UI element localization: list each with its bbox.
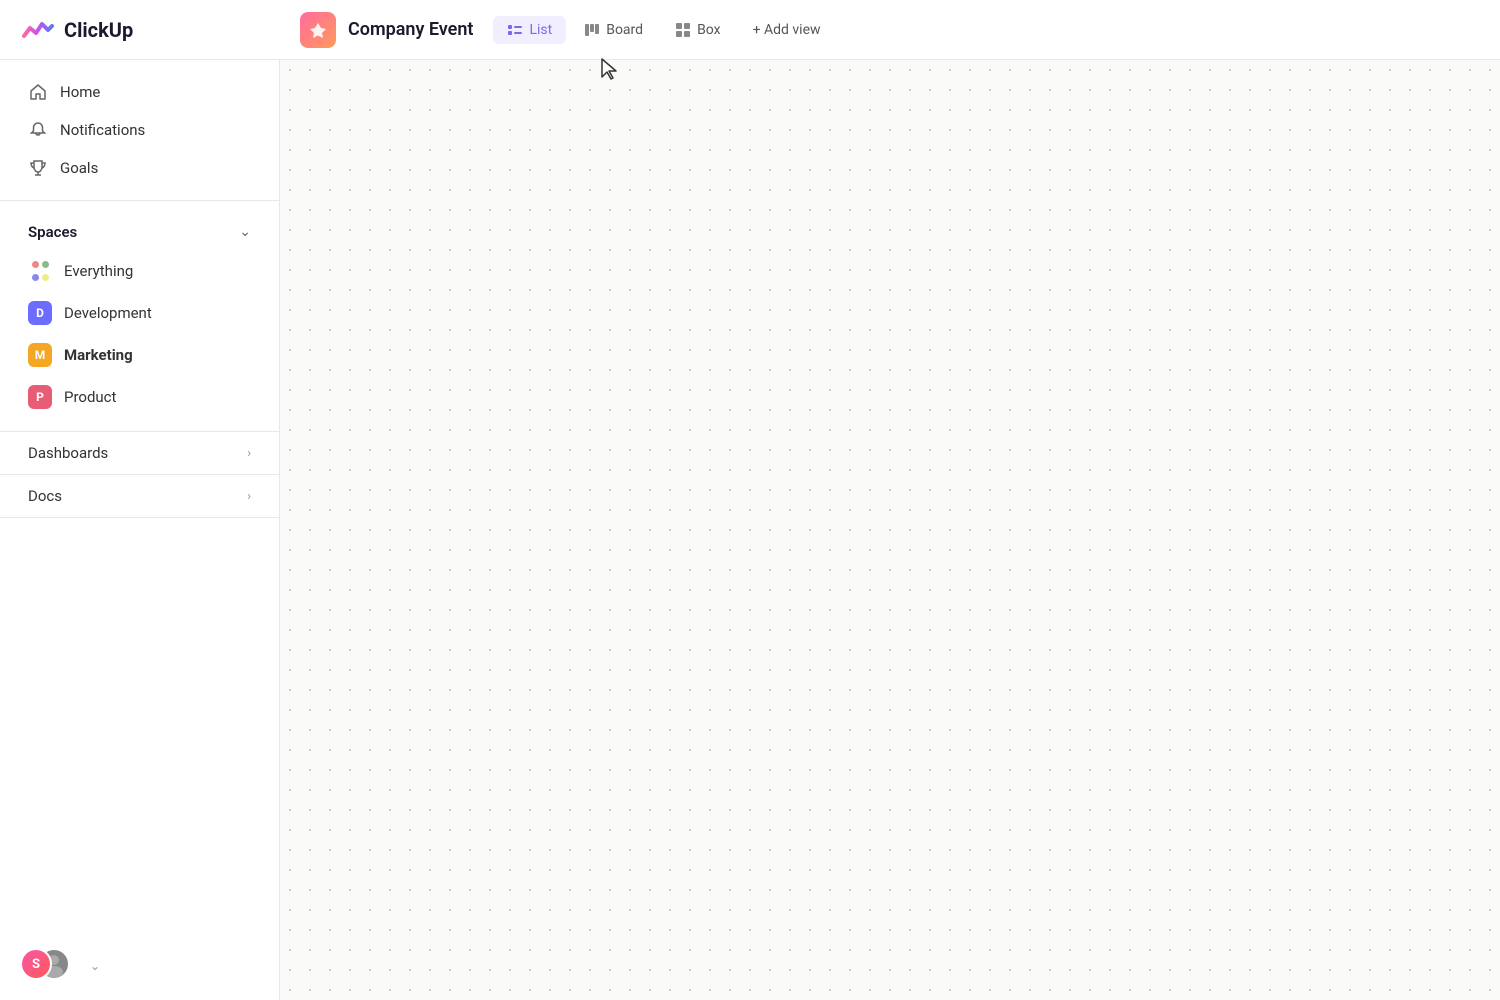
sidebar-everything-label: Everything: [64, 262, 133, 280]
dashboards-section: Dashboards ›: [0, 432, 279, 475]
logo-text: ClickUp: [64, 18, 133, 42]
project-title: Company Event: [348, 19, 473, 40]
dashboards-chevron-icon: ›: [247, 446, 251, 461]
tab-box[interactable]: Box: [661, 16, 735, 44]
dashboards-label: Dashboards: [28, 444, 108, 462]
development-avatar: D: [28, 301, 52, 325]
marketing-avatar: M: [28, 343, 52, 367]
box-icon: [675, 22, 691, 38]
bell-icon: [28, 120, 48, 140]
spaces-title: Spaces: [28, 223, 77, 241]
list-icon: [507, 22, 523, 38]
sidebar-home-label: Home: [60, 83, 100, 101]
tab-list[interactable]: List: [493, 16, 566, 44]
docs-section: Docs ›: [0, 475, 279, 518]
development-avatar-letter: D: [36, 306, 44, 320]
avatar-user-s: S: [20, 948, 52, 980]
header: ClickUp Company Event List: [0, 0, 1500, 60]
tab-box-label: Box: [697, 22, 721, 38]
sidebar-item-product[interactable]: P Product: [8, 377, 271, 417]
sidebar-marketing-label: Marketing: [64, 346, 133, 364]
everything-dots-icon: [28, 259, 52, 283]
dashboards-header[interactable]: Dashboards ›: [8, 434, 271, 472]
tab-list-label: List: [529, 22, 552, 38]
sidebar-item-everything[interactable]: Everything: [8, 251, 271, 291]
sidebar-item-marketing[interactable]: M Marketing: [8, 335, 271, 375]
product-avatar: P: [28, 385, 52, 409]
board-icon: [584, 22, 600, 38]
spaces-header[interactable]: Spaces ⌄: [8, 215, 271, 249]
sidebar-product-label: Product: [64, 388, 116, 406]
logo-area: ClickUp: [20, 12, 300, 48]
product-avatar-letter: P: [36, 390, 44, 404]
sidebar-development-label: Development: [64, 304, 152, 322]
user-avatars[interactable]: S: [20, 948, 76, 984]
project-icon: [300, 12, 336, 48]
sidebar-nav: Home Notifications: [0, 60, 279, 201]
sidebar-item-home[interactable]: Home: [8, 74, 271, 110]
sidebar-item-development[interactable]: D Development: [8, 293, 271, 333]
docs-chevron-icon: ›: [247, 489, 251, 504]
sidebar-bottom: S ⌄: [0, 932, 279, 1000]
add-view-label: + Add view: [753, 22, 821, 38]
tab-board-label: Board: [606, 22, 643, 38]
sidebar-goals-label: Goals: [60, 159, 98, 177]
header-tabs: Company Event List Board: [300, 12, 835, 48]
main-content: [280, 60, 1500, 1000]
sidebar-notifications-label: Notifications: [60, 121, 145, 139]
marketing-avatar-letter: M: [35, 348, 46, 362]
docs-header[interactable]: Docs ›: [8, 477, 271, 515]
sidebar: Home Notifications: [0, 60, 280, 1000]
tab-board[interactable]: Board: [570, 16, 657, 44]
home-icon: [28, 82, 48, 102]
avatar-initial: S: [32, 957, 40, 972]
main-layout: Home Notifications: [0, 60, 1500, 1000]
docs-label: Docs: [28, 487, 62, 505]
chevron-down-icon: ⌄: [239, 224, 251, 240]
spaces-section: Spaces ⌄ Everything D Development: [0, 201, 279, 432]
sidebar-item-goals[interactable]: Goals: [8, 150, 271, 186]
clickup-logo-icon: [20, 12, 56, 48]
user-menu-chevron-icon: ⌄: [90, 959, 100, 973]
trophy-icon: [28, 158, 48, 178]
add-view-button[interactable]: + Add view: [739, 16, 835, 44]
sidebar-item-notifications[interactable]: Notifications: [8, 112, 271, 148]
project-icon-svg: [308, 20, 328, 40]
